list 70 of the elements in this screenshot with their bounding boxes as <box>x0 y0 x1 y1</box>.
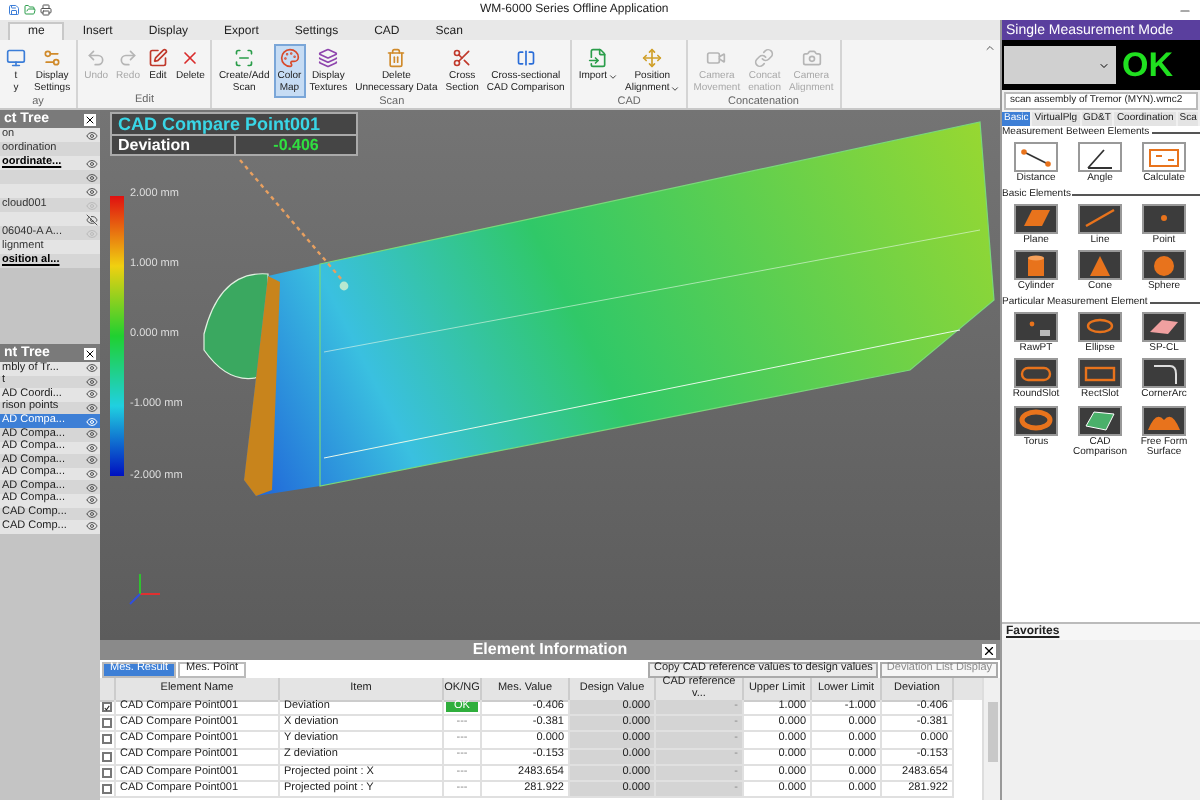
close-icon[interactable] <box>84 347 96 359</box>
point-icon <box>1142 203 1186 233</box>
eye-icon[interactable] <box>86 454 98 467</box>
eye-icon[interactable] <box>86 129 98 141</box>
scan-icon <box>234 48 255 68</box>
eye-icon[interactable] <box>86 402 98 415</box>
eye-icon[interactable] <box>86 520 98 533</box>
import-icon <box>587 48 608 68</box>
corner-arc-icon <box>1142 358 1186 388</box>
settings-icon <box>42 48 63 68</box>
eye-icon[interactable] <box>86 494 98 507</box>
link-icon <box>754 48 775 68</box>
folder-icon[interactable] <box>24 4 36 16</box>
callout-title: CAD Compare Point001 <box>116 114 323 134</box>
row-checkbox[interactable] <box>102 751 112 762</box>
leader-line <box>239 159 343 281</box>
move-icon <box>642 48 663 68</box>
row-checkbox[interactable] <box>102 767 112 778</box>
torus-icon <box>1014 405 1058 435</box>
surface-icon <box>1142 405 1186 435</box>
cone-icon <box>1078 250 1122 280</box>
cad-comparison-icon <box>1078 405 1122 435</box>
eye-icon[interactable] <box>86 362 98 375</box>
eye-icon[interactable] <box>86 468 98 481</box>
edit-icon <box>147 48 168 68</box>
redo-icon <box>118 48 138 68</box>
eye-off-icon[interactable] <box>86 213 98 225</box>
scissors-icon <box>452 48 473 68</box>
undo-icon <box>86 48 107 68</box>
eye-icon[interactable] <box>86 441 98 454</box>
layers-icon <box>318 48 339 68</box>
monitor-icon <box>6 48 26 68</box>
rectangle-icon <box>1078 358 1122 388</box>
status-indicator: OK <box>1122 48 1173 82</box>
eye-icon[interactable] <box>86 185 98 197</box>
eye-icon[interactable] <box>86 388 98 401</box>
point-icon <box>1014 311 1058 341</box>
caret-icon <box>1098 59 1110 71</box>
eye-icon[interactable] <box>86 171 98 183</box>
callout-value: -0.406 <box>271 136 321 154</box>
panel-title: Element Information <box>472 642 628 658</box>
save-icon[interactable] <box>8 4 20 16</box>
row-checkbox[interactable] <box>102 702 112 713</box>
delete-icon <box>180 48 201 68</box>
camera-icon <box>801 48 822 68</box>
tree-row[interactable] <box>0 212 100 226</box>
slot-icon <box>1014 358 1058 388</box>
row-checkbox[interactable] <box>102 718 112 729</box>
row-checkbox[interactable] <box>102 784 112 795</box>
eye-icon[interactable] <box>86 157 98 169</box>
scrollbar[interactable] <box>982 678 1000 800</box>
angle-icon <box>1078 142 1122 172</box>
close-icon[interactable] <box>84 113 96 125</box>
camera-icon <box>706 48 727 68</box>
eye-icon[interactable] <box>86 428 98 441</box>
plane-icon <box>1014 203 1058 233</box>
cylinder-icon <box>1014 250 1058 280</box>
eye-icon[interactable] <box>86 375 98 388</box>
callout-item: Deviation <box>112 136 236 154</box>
row-checkbox[interactable] <box>102 734 112 745</box>
printer-icon[interactable] <box>40 4 52 16</box>
split-icon <box>515 48 536 68</box>
axis-triad-icon <box>129 573 161 605</box>
distance-icon <box>1014 142 1058 172</box>
eye-icon[interactable] <box>86 481 98 494</box>
close-icon[interactable] <box>982 643 996 657</box>
trash-icon <box>386 48 407 68</box>
palette-icon <box>279 48 300 68</box>
collapse-icon[interactable] <box>984 42 996 54</box>
eye-icon[interactable] <box>86 507 98 520</box>
